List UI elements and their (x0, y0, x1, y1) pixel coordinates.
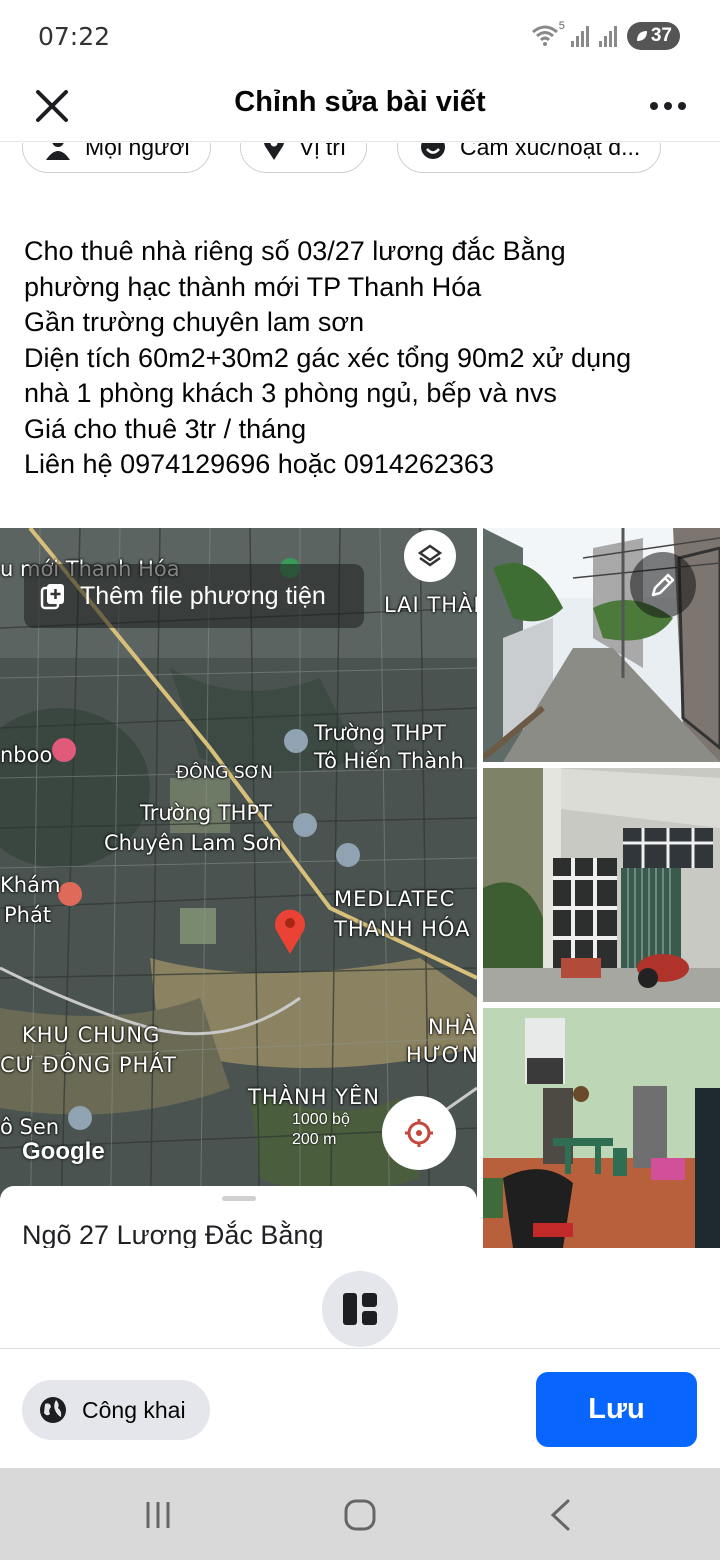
map-label: NHÀ (428, 1015, 477, 1039)
wifi-badge: 5 (558, 20, 565, 32)
recent-apps-button[interactable] (128, 1492, 188, 1538)
map-label: Chuyên Lam Sơn (104, 831, 282, 855)
post-line: Diện tích 60m2+30m2 gác xéc tổng 90m2 xử… (24, 342, 632, 373)
map-label: Khám (0, 873, 61, 897)
map-label: nboo (0, 743, 53, 767)
add-media-button[interactable]: Thêm file phương tiện (24, 564, 364, 628)
edit-media-button[interactable] (630, 552, 696, 618)
status-time: 07:22 (38, 22, 111, 51)
chip-location[interactable]: Vị trí (240, 143, 368, 173)
more-icon (650, 102, 658, 110)
layers-icon (417, 544, 443, 567)
signal-icon (570, 25, 589, 47)
map-layers-button[interactable] (404, 530, 456, 582)
map-label: CƯ ĐÔNG PHÁT (0, 1053, 177, 1077)
header: Chỉnh sửa bài viết (0, 72, 720, 142)
back-icon (550, 1499, 570, 1531)
map-label: ĐÔNG SƠN (176, 763, 273, 783)
post-line: Liên hệ 0974129696 hoặc 0914262363 (24, 449, 494, 479)
scale-label: 200 m (292, 1131, 337, 1148)
media-grid: u mới Thanh Hóa LAI THÀNH Trường THPT Tô… (0, 528, 720, 1248)
map-preview[interactable]: u mới Thanh Hóa LAI THÀNH Trường THPT Tô… (0, 528, 477, 1248)
chip-label: Mọi người (85, 143, 190, 160)
map-label: MEDLATEC (334, 887, 456, 911)
page-title: Chỉnh sửa bài viết (234, 86, 486, 118)
post-line: nhà 1 phòng khách 3 phòng ngủ, bếp và nv… (24, 378, 557, 408)
back-button[interactable] (530, 1492, 590, 1538)
add-media-label: Thêm file phương tiện (80, 581, 326, 610)
privacy-selector[interactable]: Công khai (22, 1380, 210, 1440)
chip-label: Vị trí (299, 143, 347, 160)
recent-apps-icon (146, 1502, 170, 1528)
map-label: THÀNH YÊN (248, 1085, 380, 1109)
map-locate-button[interactable] (382, 1096, 456, 1170)
map-label: Trường THPT (314, 721, 446, 745)
emoji-icon (421, 143, 445, 159)
home-icon (344, 1499, 376, 1531)
map-label: Phát (4, 903, 52, 927)
map-label: LAI THÀNH (384, 593, 477, 617)
divider (0, 1348, 720, 1349)
media-layout-button[interactable] (322, 1271, 398, 1347)
chip-label: Cảm xúc/hoạt đ... (460, 143, 641, 160)
signal-icon (598, 25, 617, 47)
layout-grid-icon (343, 1293, 377, 1325)
house-front-photo[interactable] (483, 768, 720, 1002)
more-options-button[interactable] (644, 84, 692, 128)
post-options-chips: Mọi người Vị trí Cảm xúc/hoạt đ... (0, 143, 720, 175)
battery-level: 37 (650, 25, 672, 46)
wifi-icon: 5 (531, 20, 565, 48)
add-media-icon (40, 584, 64, 610)
map-label: Trường THPT (140, 801, 272, 825)
map-label: THANH HÓA (334, 917, 471, 941)
battery-icon: 37 (626, 22, 680, 50)
living-room-photo[interactable] (483, 1008, 720, 1248)
status-icons: 5 37 (531, 20, 680, 50)
pencil-icon (651, 573, 675, 597)
map-address-card: Ngõ 27 Lương Đắc Bằng (0, 1186, 477, 1248)
map-label: ô Sen (0, 1115, 60, 1139)
privacy-label: Công khai (82, 1396, 186, 1423)
post-line: Giá cho thuê 3tr / tháng (24, 413, 307, 444)
chip-feeling[interactable]: Cảm xúc/hoạt đ... (397, 143, 662, 173)
post-line: phường hạc thành mới TP Thanh Hóa (24, 271, 482, 302)
map-label: HƯƠN (406, 1043, 477, 1067)
scale-label: 1000 bộ (292, 1111, 350, 1128)
map-address: Ngõ 27 Lương Đắc Bằng (22, 1220, 324, 1248)
location-pin-icon (264, 143, 284, 160)
status-bar: 07:22 5 37 (0, 0, 720, 72)
chip-tag-people[interactable]: Mọi người (22, 143, 211, 173)
save-button[interactable]: Lưu (536, 1372, 697, 1447)
globe-icon (40, 1397, 66, 1423)
post-line: Gần trường chuyên lam sơn (24, 307, 365, 337)
system-navigation-bar (0, 1468, 720, 1560)
home-button[interactable] (330, 1492, 390, 1538)
people-icon (46, 143, 70, 160)
drag-handle (222, 1196, 256, 1201)
map-scale: 1000 bộ 200 m (292, 1110, 350, 1150)
google-logo: Google (22, 1138, 105, 1165)
post-text-editor[interactable]: Cho thuê nhà riêng số 03/27 lương đắc Bằ… (24, 234, 704, 483)
map-label: Tô Hiến Thành (314, 749, 464, 773)
post-line: Cho thuê nhà riêng số 03/27 lương đắc Bằ… (24, 236, 566, 266)
locate-icon (405, 1119, 433, 1147)
map-label: KHU CHUNG (22, 1023, 161, 1047)
